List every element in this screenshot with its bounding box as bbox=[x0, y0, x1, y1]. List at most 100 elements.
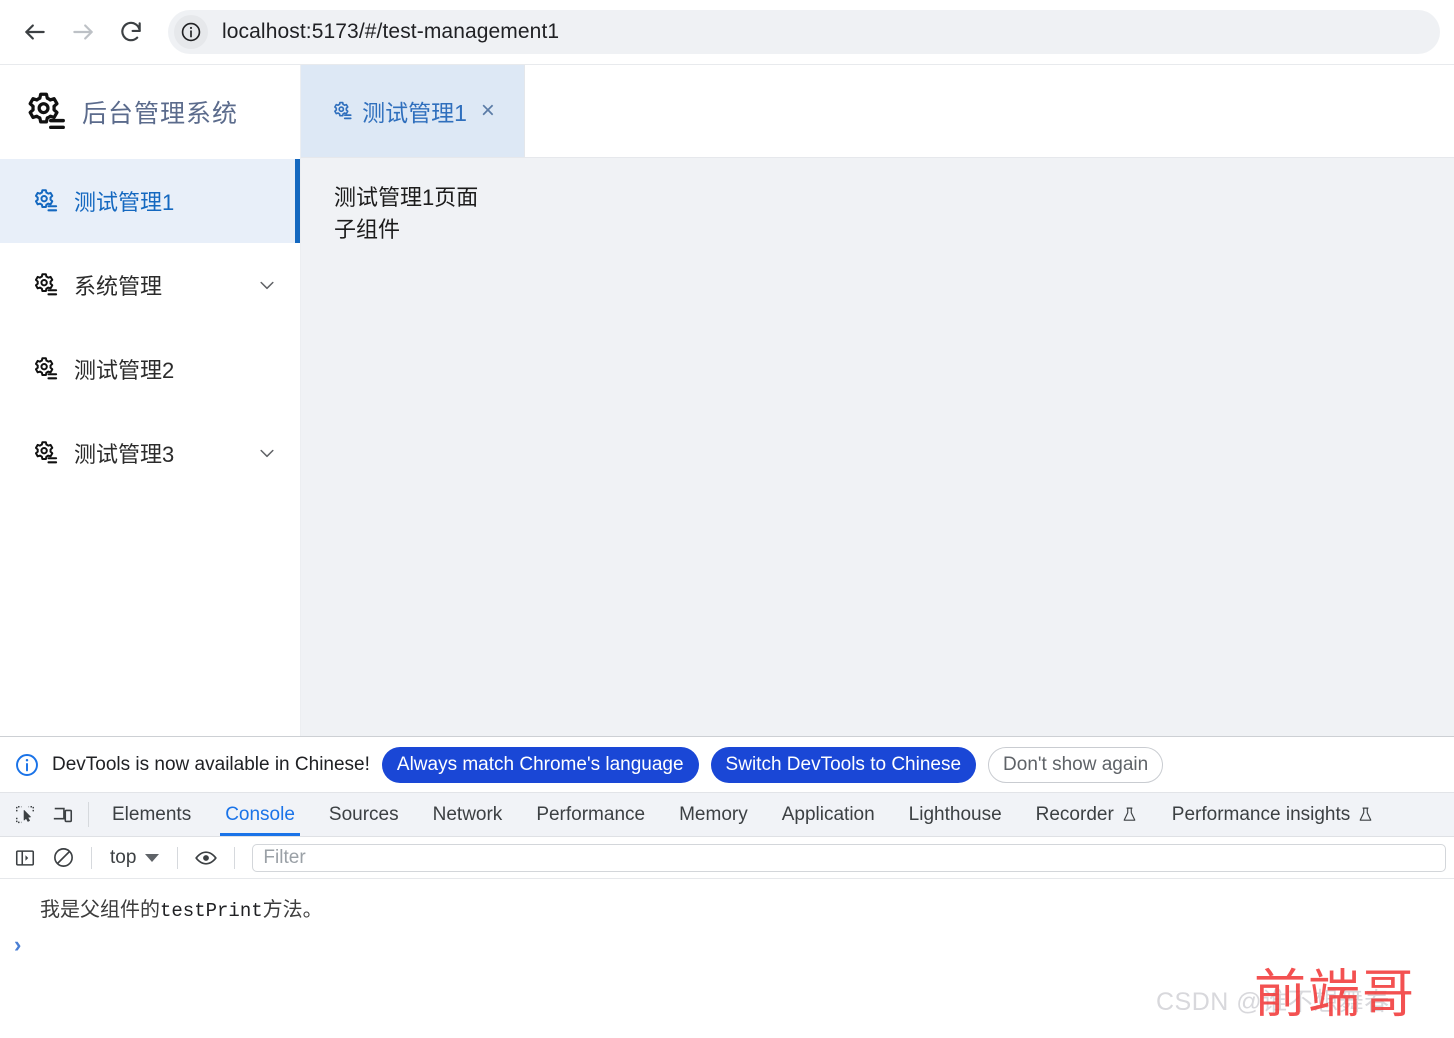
chevron-down-icon[interactable] bbox=[256, 274, 278, 296]
back-button[interactable] bbox=[14, 11, 56, 53]
devtools-tab-bar: Elements Console Sources Network Perform… bbox=[0, 793, 1454, 837]
message-mono: testPrint bbox=[160, 900, 263, 922]
sidebar-menu: 测试管理1 系统管理 测试管理2 测试管理3 bbox=[0, 159, 300, 736]
toolbar-divider bbox=[91, 846, 92, 869]
devtools-tab-elements[interactable]: Elements bbox=[95, 793, 208, 836]
page-content: 测试管理1页面 子组件 bbox=[301, 158, 1454, 736]
brand-header: 后台管理系统 bbox=[0, 65, 300, 159]
inspect-element-icon bbox=[16, 805, 34, 823]
console-filter-field[interactable] bbox=[252, 843, 1446, 872]
clear-console-icon bbox=[53, 848, 73, 867]
gear-settings-icon bbox=[330, 99, 354, 123]
gear-settings-icon bbox=[34, 441, 58, 464]
devtools-tab-network[interactable]: Network bbox=[416, 793, 520, 836]
chevron-down-icon bbox=[260, 281, 274, 290]
gear-settings-icon bbox=[30, 186, 60, 216]
sidebar-item-test-management-2[interactable]: 测试管理2 bbox=[0, 327, 300, 411]
eye-icon bbox=[195, 850, 218, 865]
site-info-icon[interactable] bbox=[174, 15, 208, 49]
page-tab-bar: 测试管理1 × bbox=[301, 65, 1454, 158]
chevron-down-icon[interactable] bbox=[256, 442, 278, 464]
page-viewport: 后台管理系统 测试管理1 系统管理 测试管理2 测试管理3 测试管理1 × 测试… bbox=[0, 64, 1454, 736]
devtools-tab-performance-insights[interactable]: Performance insights bbox=[1155, 793, 1391, 836]
browser-window: localhost:5173/#/test-management1 后台管理系统 bbox=[0, 0, 1454, 1038]
devtools-tab-application[interactable]: Application bbox=[765, 793, 892, 836]
context-value: top bbox=[110, 846, 137, 868]
console-input-prompt[interactable]: › bbox=[0, 926, 1454, 956]
switch-devtools-to-chinese-button[interactable]: Switch DevTools to Chinese bbox=[710, 746, 977, 783]
devtools-tab-console[interactable]: Console bbox=[208, 793, 312, 836]
devtools-tab-sources[interactable]: Sources bbox=[312, 793, 416, 836]
devtools-language-banner: DevTools is now available in Chinese! Al… bbox=[0, 737, 1454, 793]
flask-icon bbox=[1359, 807, 1372, 821]
devtools-tab-memory[interactable]: Memory bbox=[662, 793, 765, 836]
reload-button[interactable] bbox=[110, 11, 152, 53]
devtools-tab-recorder[interactable]: Recorder bbox=[1019, 793, 1155, 836]
devtools-tab-lighthouse[interactable]: Lighthouse bbox=[892, 793, 1019, 836]
info-circle-icon bbox=[16, 753, 38, 776]
browser-toolbar: localhost:5173/#/test-management1 bbox=[0, 0, 1454, 64]
tab-label: Console bbox=[225, 803, 295, 825]
sidebar-item-label: 测试管理3 bbox=[74, 442, 175, 467]
live-expression-button[interactable] bbox=[189, 842, 223, 874]
brand-title: 后台管理系统 bbox=[82, 100, 239, 128]
address-bar[interactable]: localhost:5173/#/test-management1 bbox=[168, 10, 1440, 54]
tab-label: Performance bbox=[536, 803, 646, 825]
page-tab-label: 测试管理1 bbox=[362, 100, 467, 126]
tab-label: Recorder bbox=[1035, 803, 1114, 825]
gear-settings-icon bbox=[34, 357, 58, 380]
gear-settings-icon bbox=[30, 438, 60, 468]
arrow-right-icon bbox=[73, 24, 93, 40]
console-sidebar-toggle-button[interactable] bbox=[8, 842, 42, 874]
console-sidebar-icon bbox=[15, 849, 35, 866]
devtools-tab-performance[interactable]: Performance bbox=[519, 793, 662, 836]
clear-console-button[interactable] bbox=[46, 842, 80, 874]
tab-label: Memory bbox=[679, 803, 748, 825]
console-toolbar: top bbox=[0, 837, 1454, 879]
devtools-panel: DevTools is now available in Chinese! Al… bbox=[0, 736, 1454, 1038]
console-log-message: 我是父组件的testPrint方法。 bbox=[0, 889, 1454, 926]
content-line-1: 测试管理1页面 bbox=[334, 185, 479, 210]
message-prefix: 我是父组件的 bbox=[40, 899, 160, 921]
forward-button[interactable] bbox=[62, 11, 104, 53]
close-icon[interactable]: × bbox=[481, 99, 495, 123]
gear-settings-icon bbox=[30, 354, 60, 384]
inspect-element-button[interactable] bbox=[6, 793, 44, 836]
tab-label: Lighthouse bbox=[908, 803, 1002, 825]
watermark-red-text: 前端哥 bbox=[1254, 965, 1417, 1025]
chevron-down-icon bbox=[145, 853, 160, 862]
sidebar-item-label: 系统管理 bbox=[74, 274, 163, 299]
reload-icon bbox=[121, 21, 141, 42]
always-match-chrome-language-button[interactable]: Always match Chrome's language bbox=[381, 746, 699, 783]
watermark: CSDN @谁不想舞春 前端哥 bbox=[1120, 950, 1450, 1030]
tab-label: Sources bbox=[328, 803, 399, 825]
gear-settings-icon bbox=[30, 270, 60, 300]
sidebar-item-label: 测试管理1 bbox=[74, 190, 175, 215]
watermark-csdn-text: CSDN @谁不想舞春 bbox=[1156, 988, 1390, 1016]
console-output[interactable]: 我是父组件的testPrint方法。 › CSDN @谁不想舞春 前端哥 bbox=[0, 879, 1454, 1038]
gear-settings-icon bbox=[334, 101, 352, 120]
url-text: localhost:5173/#/test-management1 bbox=[222, 20, 560, 43]
toggle-device-toolbar-button[interactable] bbox=[44, 793, 82, 836]
arrow-left-icon bbox=[25, 24, 45, 40]
gear-settings-icon bbox=[34, 189, 58, 212]
banner-message: DevTools is now available in Chinese! bbox=[52, 753, 370, 775]
toolbar-divider bbox=[177, 846, 179, 869]
info-circle-icon bbox=[181, 22, 201, 42]
sidebar-item-test-management-1[interactable]: 测试管理1 bbox=[0, 159, 300, 243]
tab-label: Network bbox=[432, 803, 503, 825]
console-filter-input[interactable] bbox=[263, 846, 1435, 869]
app-sidebar: 后台管理系统 测试管理1 系统管理 测试管理2 测试管理3 bbox=[0, 65, 300, 736]
main-area: 测试管理1 × 测试管理1页面 子组件 bbox=[300, 65, 1454, 736]
toolbar-divider bbox=[88, 802, 89, 827]
javascript-context-selector[interactable]: top bbox=[103, 847, 166, 869]
tab-label: Application bbox=[781, 803, 875, 825]
gear-settings-icon bbox=[34, 273, 58, 296]
sidebar-item-system-management[interactable]: 系统管理 bbox=[0, 243, 300, 327]
content-line-2: 子组件 bbox=[334, 216, 401, 242]
page-tab-test-management-1[interactable]: 测试管理1 × bbox=[301, 65, 525, 157]
dont-show-again-button[interactable]: Don't show again bbox=[988, 746, 1164, 783]
sidebar-item-test-management-3[interactable]: 测试管理3 bbox=[0, 411, 300, 495]
message-suffix: 方法。 bbox=[262, 899, 323, 921]
sidebar-item-label: 测试管理2 bbox=[74, 358, 175, 383]
